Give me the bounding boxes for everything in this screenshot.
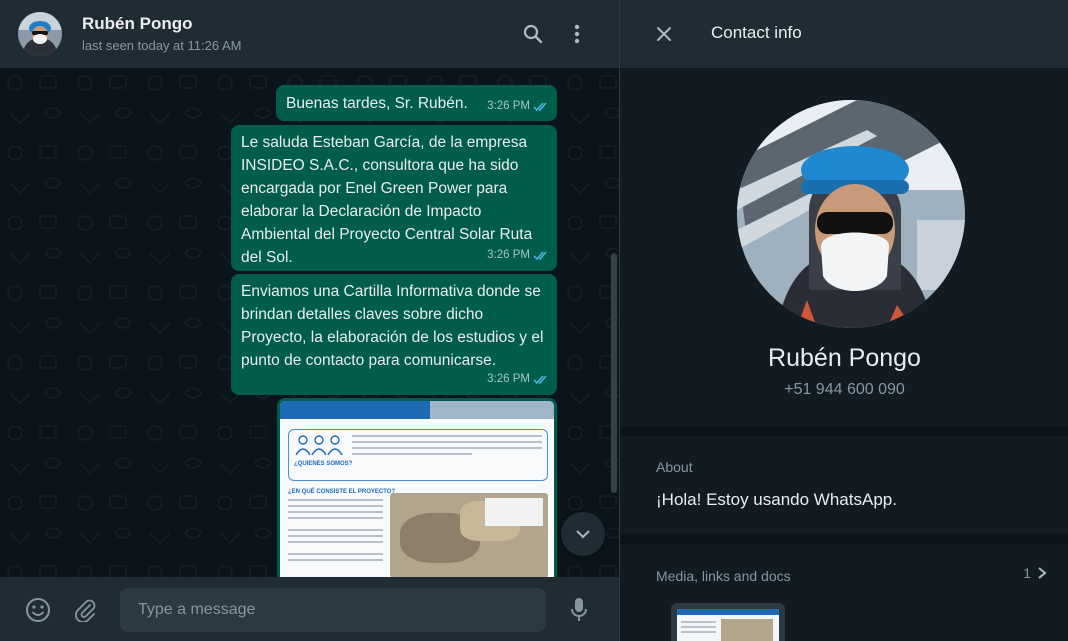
panel-title: Contact info <box>711 23 802 42</box>
message-composer <box>0 577 619 641</box>
document-heading: ¿QUIENES SOMOS? <box>294 461 353 467</box>
chat-pane: Rubén Pongo last seen today at 11:26 AM <box>0 0 619 641</box>
media-label: Media, links and docs <box>656 568 791 584</box>
divider <box>620 534 1068 544</box>
last-seen-status: last seen today at 11:26 AM <box>82 38 242 53</box>
profile-section: Rubén Pongo +51 944 600 090 <box>620 68 1068 426</box>
contact-name[interactable]: Rubén Pongo <box>82 14 241 34</box>
message-time: 3:26 PM <box>487 249 530 261</box>
media-count-value: 1 <box>1023 565 1031 581</box>
avatar[interactable] <box>18 12 62 56</box>
image-message[interactable]: ¿QUIENES SOMOS? ¿EN QUÉ CONSISTE EL PROY… <box>277 398 557 577</box>
profile-phone: +51 944 600 090 <box>784 381 905 398</box>
media-thumbnail[interactable] <box>671 603 785 641</box>
profile-name: Rubén Pongo <box>768 344 921 372</box>
message-text: Enviamos una Cartilla Informativa donde … <box>241 283 544 369</box>
document-preview[interactable]: ¿QUIENES SOMOS? ¿EN QUÉ CONSISTE EL PROY… <box>280 401 554 577</box>
attach-icon[interactable] <box>72 597 98 623</box>
contact-info-panel: Contact info Rubén Pongo +51 944 600 090… <box>619 0 1068 641</box>
message-list[interactable]: Buenas tardes, Sr. Rubén. 3:26 PM Le sal… <box>0 68 619 577</box>
about-label: About <box>656 459 693 475</box>
media-count[interactable]: 1 <box>1023 565 1047 581</box>
message-input[interactable] <box>120 588 546 632</box>
message-bubble[interactable]: Enviamos una Cartilla Informativa donde … <box>231 274 557 395</box>
contact-info-header: Contact info <box>620 0 1068 68</box>
message-time: 3:26 PM <box>487 373 530 385</box>
about-section: About ¡Hola! Estoy usando WhatsApp. <box>620 436 1068 534</box>
map-thumbnail <box>390 493 548 577</box>
profile-photo[interactable] <box>737 100 965 328</box>
microphone-icon[interactable] <box>566 597 592 623</box>
people-icon <box>295 435 343 456</box>
emoji-icon[interactable] <box>25 597 51 623</box>
chevron-right-icon <box>1038 567 1047 579</box>
media-section[interactable]: Media, links and docs 1 <box>620 544 1068 641</box>
search-icon[interactable] <box>521 22 545 46</box>
message-bubble[interactable]: Buenas tardes, Sr. Rubén. 3:26 PM <box>276 85 557 121</box>
message-bubble[interactable]: Le saluda Esteban García, de la empresa … <box>231 125 557 271</box>
whatsapp-window: Rubén Pongo last seen today at 11:26 AM <box>0 0 1068 641</box>
read-receipt-icon <box>533 375 547 384</box>
message-time: 3:26 PM <box>487 100 530 112</box>
chat-header[interactable]: Rubén Pongo last seen today at 11:26 AM <box>0 0 619 68</box>
divider <box>620 426 1068 436</box>
chevron-down-icon <box>576 530 590 539</box>
read-receipt-icon <box>533 251 547 260</box>
read-receipt-icon <box>533 102 547 111</box>
document-heading: ¿EN QUÉ CONSISTE EL PROYECTO? <box>288 489 396 495</box>
close-icon[interactable] <box>652 22 676 46</box>
scrollbar[interactable] <box>611 253 617 493</box>
menu-dots-icon[interactable] <box>565 22 589 46</box>
scroll-down-button[interactable] <box>561 512 605 556</box>
about-text: ¡Hola! Estoy usando WhatsApp. <box>656 490 897 509</box>
